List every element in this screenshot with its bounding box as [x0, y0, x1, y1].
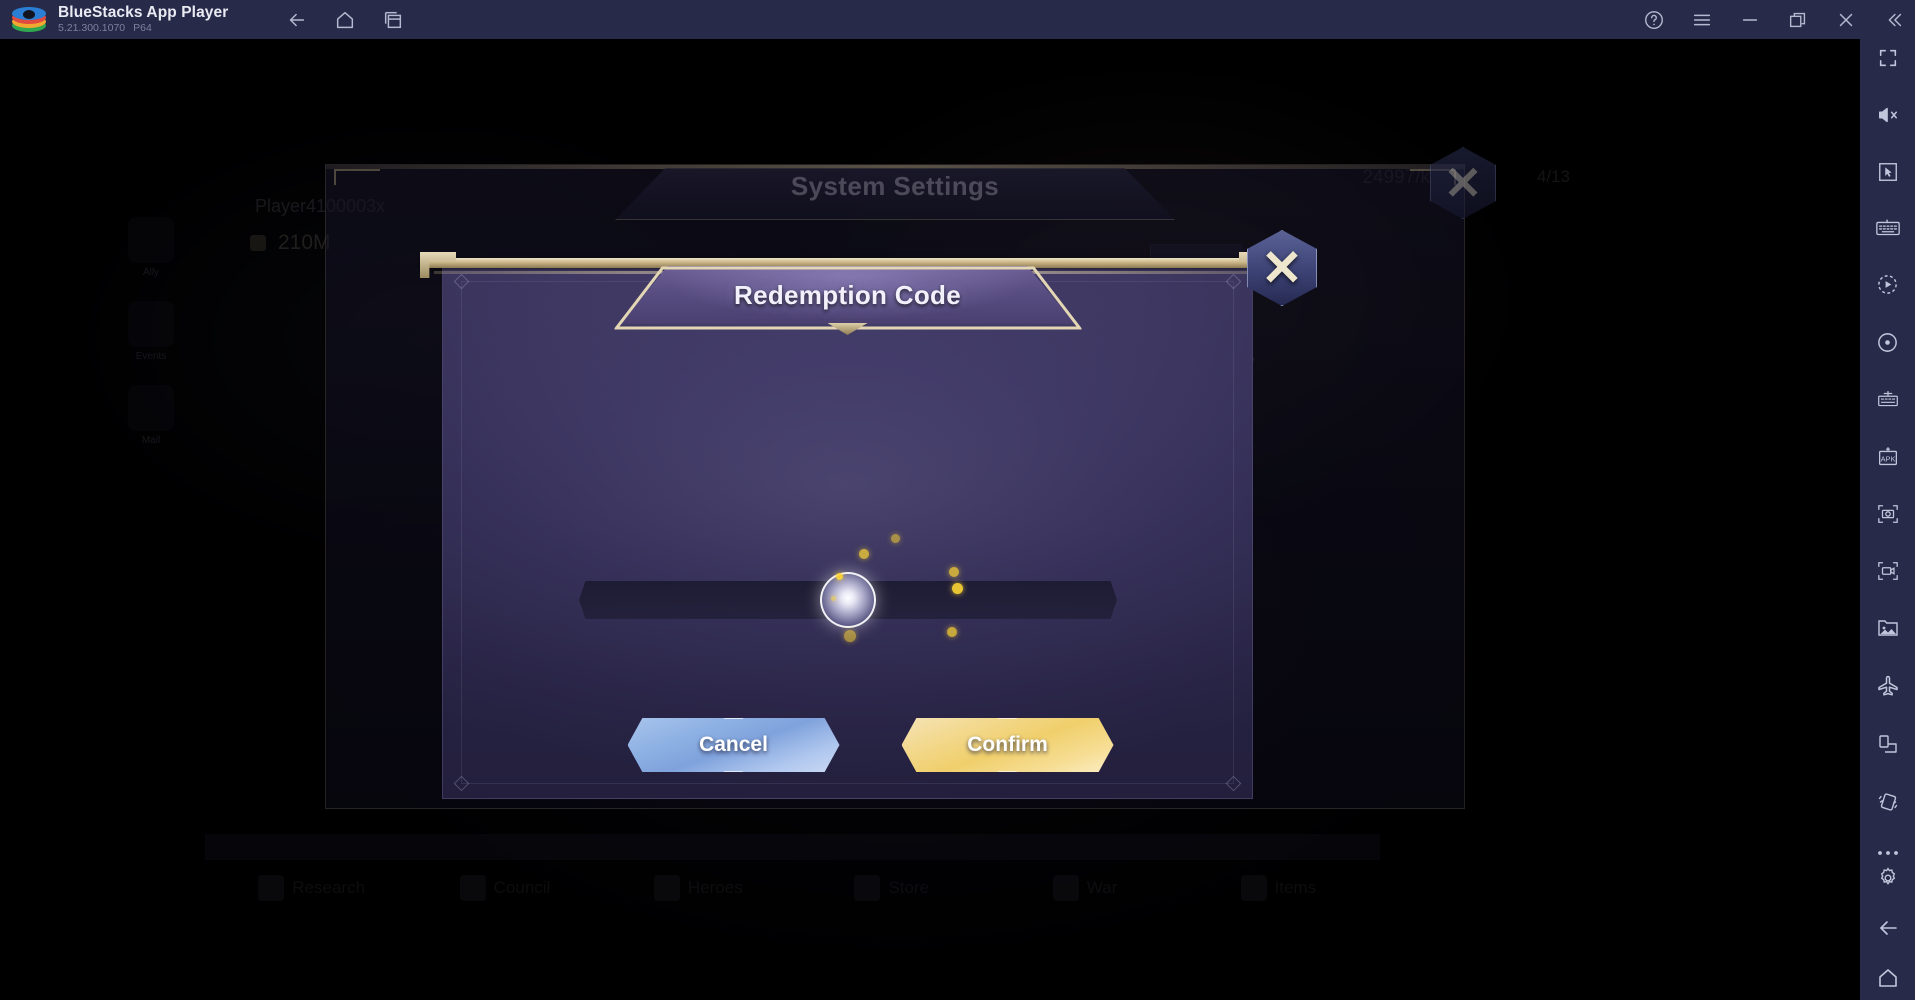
sparkle-icon — [858, 549, 869, 559]
app-arch: P64 — [133, 22, 152, 35]
heroes-icon — [653, 875, 680, 901]
redemption-code-dialog: Cancel Confirm Redemption Code ✕ — [380, 194, 1317, 844]
loading-orb-icon — [819, 572, 876, 628]
close-x-hex-icon: ✕ — [1261, 240, 1303, 296]
sidebar-apk-install[interactable]: APK — [1871, 446, 1905, 468]
sidebar-media-manager[interactable] — [1871, 617, 1905, 639]
sidebar-fullscreen[interactable] — [1871, 47, 1905, 69]
sidebar-eco-mode[interactable] — [1871, 273, 1905, 296]
sidebar-settings[interactable] — [1871, 866, 1905, 890]
sidebar-airplane-mode[interactable] — [1871, 674, 1905, 698]
settings-title-plate: System Settings — [615, 168, 1175, 220]
confirm-button[interactable]: Confirm — [901, 718, 1114, 772]
menu-button[interactable] — [1691, 9, 1713, 31]
titlebar-window-controls — [1643, 0, 1905, 39]
bg-bottom-bar — [205, 834, 1380, 860]
sidebar-keymapping[interactable] — [1871, 218, 1905, 238]
council-icon — [459, 875, 486, 901]
maximize-button[interactable] — [1787, 9, 1809, 31]
sidebar-multi-instance[interactable] — [1871, 389, 1905, 411]
items-icon — [1240, 875, 1267, 901]
minimize-button[interactable] — [1739, 9, 1761, 31]
sidebar-record-screen[interactable] — [1871, 560, 1905, 582]
window-titlebar: BlueStacks App Player 5.21.300.1070 P64 — [0, 0, 1915, 39]
store-icon — [854, 875, 881, 901]
svg-text:APK: APK — [1880, 455, 1895, 464]
war-icon — [1052, 875, 1079, 901]
sparkle-icon — [891, 533, 900, 543]
bg-nav-item-3[interactable]: Heroes — [602, 875, 795, 901]
bluestacks-window: BlueStacks App Player 5.21.300.1070 P64 — [0, 0, 1915, 1000]
dialog-action-buttons: Cancel Confirm — [443, 718, 1298, 772]
android-screen[interactable]: Player4100003x 210M 24997/k 4/13 Ally Ev… — [0, 39, 1860, 1000]
sidebar-shake[interactable] — [1871, 790, 1905, 814]
app-title-block: BlueStacks App Player 5.21.300.1070 P64 — [58, 3, 229, 34]
help-button[interactable] — [1643, 9, 1665, 31]
bg-nav-item-3-label: Heroes — [687, 878, 743, 897]
currency-amount-label: 210M — [278, 231, 331, 254]
app-version-line: 5.21.300.1070 P64 — [58, 23, 228, 34]
collapse-sidebar-button[interactable] — [1883, 9, 1905, 31]
bg-nav-item-6[interactable]: Items — [1182, 875, 1375, 901]
app-version: 5.21.300.1070 — [58, 22, 126, 35]
sidebar-home[interactable] — [1871, 966, 1905, 990]
bg-nav-item-2-label: Council — [493, 878, 551, 897]
sparkle-icon — [831, 595, 836, 601]
bg-bottom-nav: Research Council Heroes Store War Items — [215, 858, 1375, 918]
confirm-button-label: Confirm — [967, 733, 1048, 756]
redemption-code-title: Redemption Code — [734, 279, 961, 310]
close-button[interactable] — [1835, 9, 1857, 31]
home-button[interactable] — [334, 9, 356, 31]
top-right-stat2-label: 4/13 — [1536, 167, 1570, 186]
bg-nav-item-5[interactable]: War — [988, 875, 1181, 901]
bg-nav-item-1[interactable]: Research — [215, 875, 408, 901]
app-title: BlueStacks App Player — [58, 3, 229, 21]
recents-button[interactable] — [382, 9, 404, 31]
bg-rail-item-2[interactable] — [128, 301, 174, 347]
sidebar-macro[interactable] — [1871, 331, 1905, 354]
coin-icon — [250, 235, 266, 251]
bg-rail-item-2-label: Events — [135, 351, 167, 362]
close-x-hex-icon: ✕ — [1443, 157, 1483, 209]
sidebar-more[interactable] — [1871, 849, 1905, 857]
sidebar-screenshot[interactable] — [1871, 503, 1905, 525]
cancel-button-label: Cancel — [699, 733, 768, 756]
bg-rail-item-1-label: Ally — [142, 267, 160, 278]
bg-nav-item-4[interactable]: Store — [795, 875, 988, 901]
bluestacks-sidebar: APK — [1860, 39, 1915, 1000]
sidebar-mute[interactable] — [1871, 104, 1905, 126]
dialog-title-plate: Redemption Code — [620, 266, 1075, 324]
titlebar-nav-group — [286, 9, 404, 31]
sparkle-icon — [836, 572, 843, 580]
bg-nav-item-5-label: War — [1086, 878, 1118, 897]
system-settings-title: System Settings — [790, 171, 1000, 201]
sidebar-rotate[interactable] — [1871, 733, 1905, 755]
bg-nav-item-1-label: Research — [292, 878, 366, 897]
settings-corner-tl — [334, 169, 380, 185]
redemption-dialog-body: Cancel Confirm — [442, 262, 1253, 799]
bluestacks-logo-icon — [12, 6, 46, 34]
bg-nav-item-6-label: Items — [1274, 878, 1317, 897]
sparkle-icon — [948, 567, 959, 577]
bg-nav-item-4-label: Store — [888, 878, 929, 897]
bg-rail-item-3-label: Mail — [141, 435, 161, 446]
sparkle-icon — [843, 630, 856, 642]
bg-nav-item-2[interactable]: Council — [408, 875, 601, 901]
bg-rail-item-1[interactable] — [128, 217, 174, 263]
loading-indicator — [728, 520, 968, 680]
sparkle-icon — [952, 582, 963, 594]
sidebar-game-controls[interactable] — [1871, 161, 1905, 183]
back-button[interactable] — [286, 9, 308, 31]
sparkle-icon — [946, 627, 957, 637]
cancel-button[interactable]: Cancel — [627, 718, 840, 772]
bg-rail-item-3[interactable] — [128, 385, 174, 431]
research-icon — [258, 875, 285, 901]
sidebar-back[interactable] — [1871, 916, 1905, 940]
